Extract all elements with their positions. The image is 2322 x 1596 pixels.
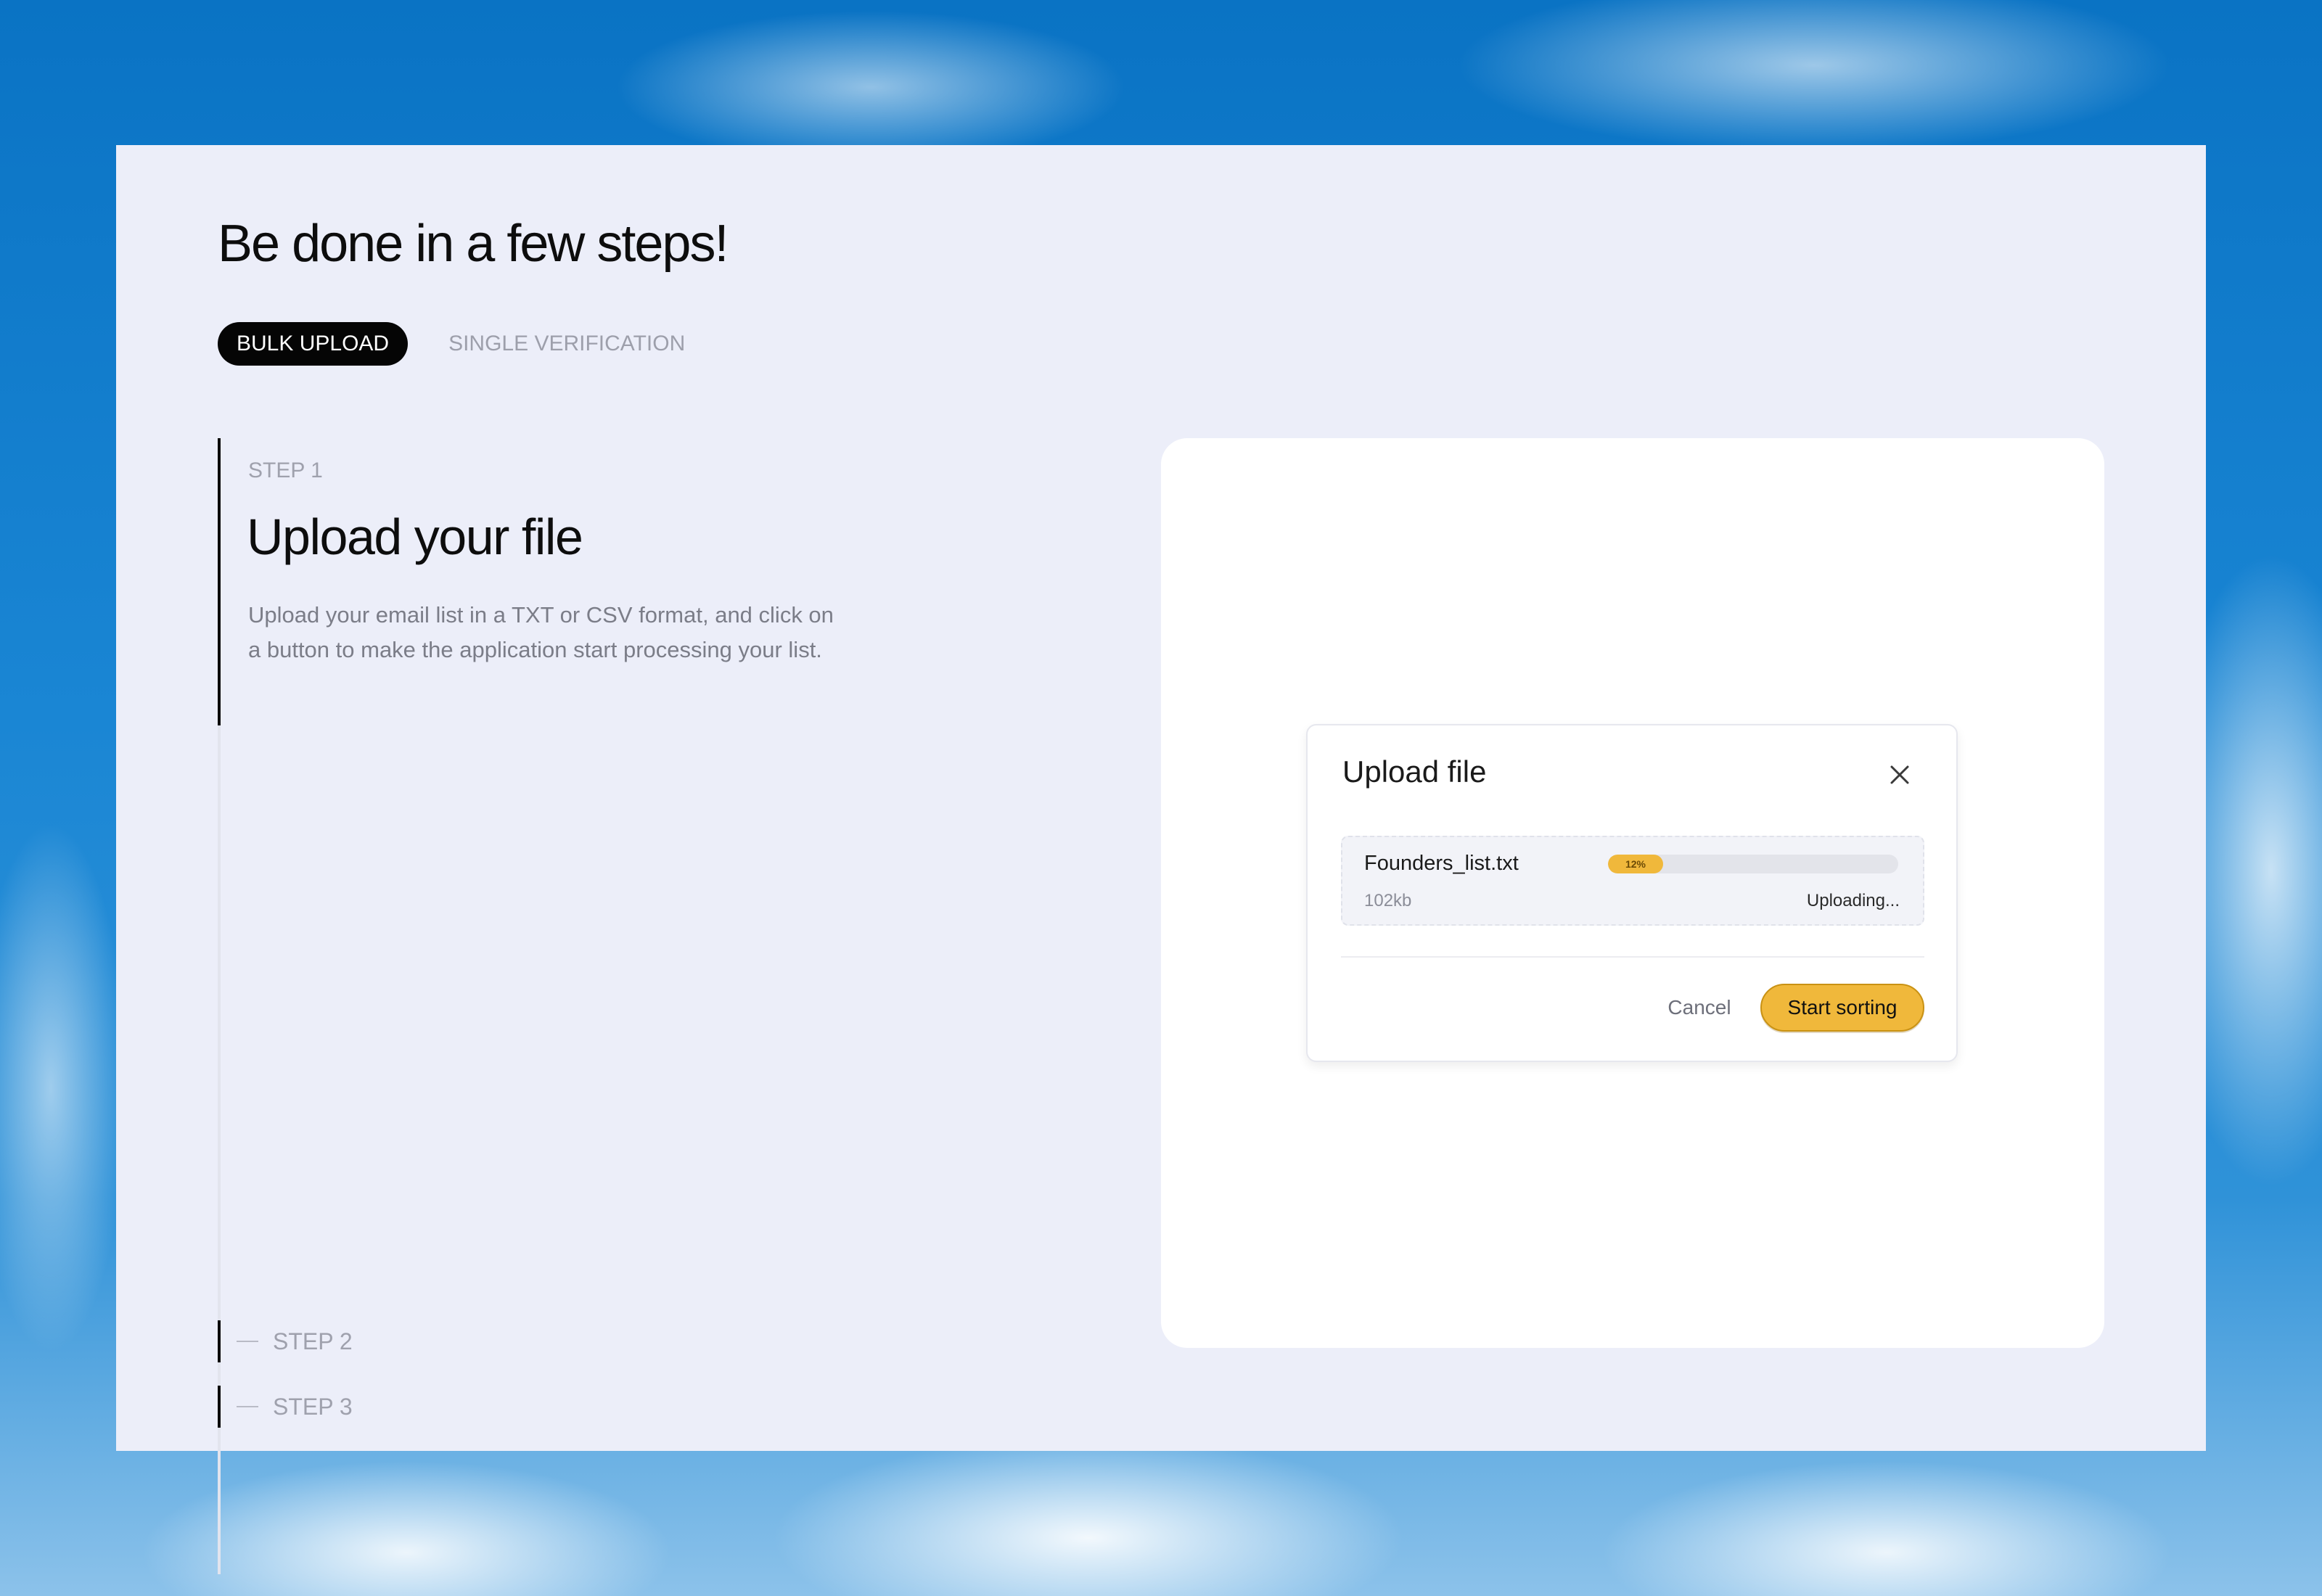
current-step-description: Upload your email list in a TXT or CSV f… (248, 602, 834, 662)
current-step-heading: Upload your file (247, 509, 583, 565)
start-sorting-button[interactable]: Start sorting (1760, 984, 1924, 1032)
upload-progress-bar: 12% (1608, 855, 1898, 873)
upload-progress-label: 12% (1625, 858, 1646, 870)
tab-bulk-upload[interactable]: BULK UPLOAD (218, 322, 409, 366)
cancel-button[interactable]: Cancel (1649, 984, 1750, 1032)
dialog-title: Upload file (1342, 754, 1487, 789)
file-size: 102kb (1364, 891, 1412, 910)
main-panel: Be done in a few steps! BULK UPLOAD SING… (116, 145, 2206, 1574)
current-step-label: STEP 1 (248, 458, 323, 482)
step-marker (218, 1320, 221, 1362)
upload-progress-fill: 12% (1608, 855, 1663, 873)
upload-status: Uploading... (1806, 891, 1900, 910)
mode-tabs: BULK UPLOAD SINGLE VERIFICATION (218, 322, 704, 366)
steps-timeline-active-indicator (218, 438, 221, 725)
step-dash (237, 1341, 258, 1342)
step-dash (237, 1406, 258, 1407)
step-label: STEP 2 (273, 1328, 353, 1354)
tab-single-verification[interactable]: SINGLE VERIFICATION (430, 322, 704, 366)
step-label: STEP 3 (273, 1393, 353, 1420)
file-name: Founders_list.txt (1364, 852, 1519, 875)
upload-preview-card: Upload file Founders_list.txt 12% 102kb … (1161, 438, 2104, 1348)
dialog-divider (1341, 956, 1924, 958)
upload-dialog: Upload file Founders_list.txt 12% 102kb … (1306, 724, 1958, 1062)
page-title: Be done in a few steps! (218, 215, 729, 273)
file-upload-item: Founders_list.txt 12% 102kb Uploading... (1341, 836, 1924, 926)
step-item-3[interactable]: STEP 3 (218, 1386, 353, 1428)
step-item-2[interactable]: STEP 2 (218, 1320, 353, 1362)
step-marker (218, 1386, 221, 1428)
close-icon[interactable] (1887, 762, 1913, 788)
